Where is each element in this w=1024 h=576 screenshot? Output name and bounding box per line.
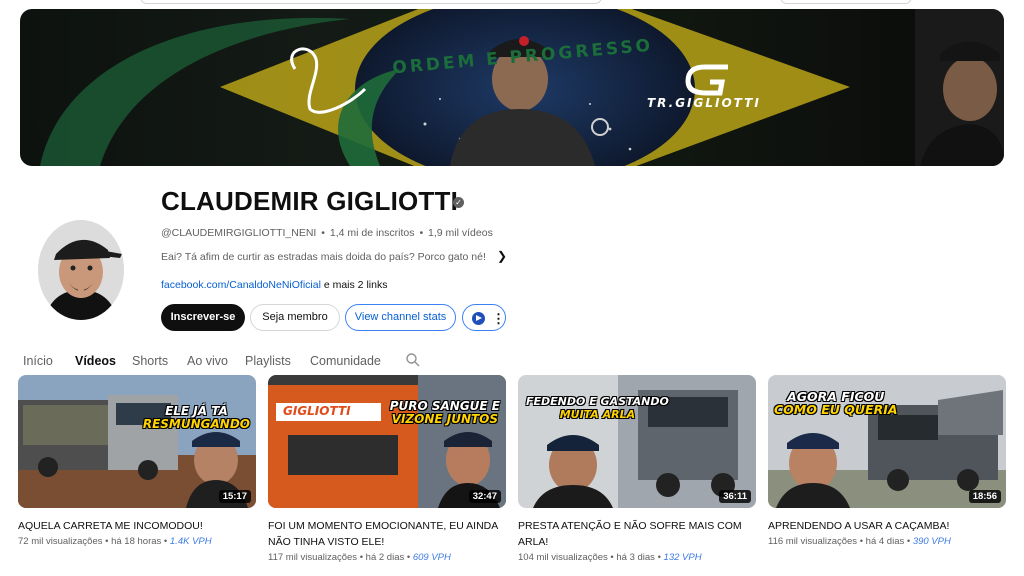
channel-avatar[interactable] — [38, 220, 124, 320]
video-age: há 3 dias — [616, 552, 655, 563]
meta-separator: • — [321, 227, 325, 239]
join-button[interactable]: Seja membro — [250, 304, 340, 331]
more-vert-icon[interactable]: ⋮ — [492, 305, 505, 332]
overlay-line-1: FEDENDO E GASTANDO — [526, 395, 669, 408]
search-icon[interactable] — [405, 352, 421, 368]
video-vph: 1.4K VPH — [169, 536, 212, 547]
video-duration: 15:17 — [218, 490, 251, 503]
search-box-edge[interactable] — [140, 0, 602, 4]
extension-button[interactable]: ⋮ — [462, 304, 506, 331]
video-title[interactable]: PRESTA ATENÇÃO E NÃO SOFRE MAIS COM ARLA… — [518, 518, 756, 550]
video-views: 72 mil visualizações — [18, 536, 103, 547]
tab-ao-vivo[interactable]: Ao vivo — [187, 354, 228, 368]
video-views: 117 mil visualizações — [268, 552, 358, 563]
video-views: 104 mil visualizações — [518, 552, 608, 563]
video-duration: 36:11 — [719, 490, 751, 503]
video-meta: 116 mil visualizações • há 4 dias • 390 … — [768, 536, 951, 547]
video-age: há 18 horas — [111, 536, 162, 547]
video-vph: 390 VPH — [912, 536, 951, 547]
video-views: 116 mil visualizações — [768, 536, 858, 547]
subscriber-count: 1,4 mi de inscritos — [329, 227, 415, 239]
video-title[interactable]: APRENDENDO A USAR A CAÇAMBA! — [768, 518, 1006, 534]
video-title[interactable]: AQUELA CARRETA ME INCOMODOU! — [18, 518, 256, 534]
truck-lettering: GIGLIOTTI — [283, 404, 351, 418]
video-thumbnail[interactable]: GIGLIOTTI PURO SANGUE E VIZONE JUNTOS 32… — [268, 375, 506, 508]
tab-playlists[interactable]: Playlists — [245, 354, 291, 368]
channel-banner: ORDEM E PROGRESSO TR.GIGLIOTTI — [20, 9, 1004, 166]
video-meta: 117 mil visualizações • há 2 dias • 609 … — [268, 552, 451, 563]
overlay-line-2: RESMUNGANDO — [142, 417, 250, 431]
facebook-link[interactable]: facebook.com/CanaldoNeNiOficial — [161, 279, 321, 291]
play-icon — [472, 312, 485, 325]
tab-videos[interactable]: Vídeos — [75, 354, 116, 368]
video-vph: 609 VPH — [412, 552, 451, 563]
video-meta: 72 mil visualizações • há 18 horas • 1.4… — [18, 536, 212, 547]
video-title[interactable]: FOI UM MOMENTO EMOCIONANTE, EU AINDA NÃO… — [268, 518, 506, 550]
more-links[interactable]: e mais 2 links — [324, 279, 388, 291]
tab-inicio[interactable]: Início — [23, 354, 53, 368]
channel-links: facebook.com/CanaldoNeNiOficial e mais 2… — [161, 279, 387, 291]
verified-check-icon: ✓ — [453, 197, 464, 208]
video-count: 1,9 mil vídeos — [428, 227, 493, 239]
thumbnail-overlay: FEDENDO E GASTANDO MUITA ARLA — [526, 395, 669, 421]
chevron-right-icon[interactable]: ❯ — [497, 249, 507, 263]
thumbnail-overlay: PURO SANGUE E VIZONE JUNTOS — [390, 400, 500, 426]
overlay-line-2: VIZONE JUNTOS — [391, 412, 499, 426]
video-card[interactable]: AGORA FICOU COMO EU QUERIA 18:56 APRENDE… — [768, 375, 1006, 547]
overlay-line-2: MUITA ARLA — [559, 408, 636, 421]
video-duration: 18:56 — [968, 490, 1001, 503]
overlay-line-2: COMO EU QUERIA — [774, 402, 898, 417]
subscribe-button[interactable]: Inscrever-se — [161, 304, 245, 331]
tab-shorts[interactable]: Shorts — [132, 354, 168, 368]
video-thumbnail[interactable]: AGORA FICOU COMO EU QUERIA 18:56 — [768, 375, 1006, 508]
banner-artwork — [40, 9, 1004, 166]
video-thumbnail[interactable]: FEDENDO E GASTANDO MUITA ARLA 36:11 — [518, 375, 756, 508]
tab-comunidade[interactable]: Comunidade — [310, 354, 381, 368]
top-strip — [0, 0, 1024, 6]
channel-title: CLAUDEMIR GIGLIOTTI — [161, 186, 458, 216]
thumbnail-overlay: AGORA FICOU COMO EU QUERIA — [774, 390, 898, 416]
video-card[interactable]: GIGLIOTTI PURO SANGUE E VIZONE JUNTOS 32… — [268, 375, 506, 563]
video-meta: 104 mil visualizações • há 3 dias • 132 … — [518, 552, 702, 563]
thumbnail-overlay: ELE JÁ TÁ RESMUNGANDO — [143, 405, 250, 431]
channel-stats-button[interactable]: View channel stats — [345, 304, 456, 331]
banner-brand-text: TR.GIGLIOTTI — [647, 96, 761, 110]
video-age: há 2 dias — [365, 552, 405, 563]
video-thumbnail[interactable]: ELE JÁ TÁ RESMUNGANDO 15:17 — [18, 375, 256, 508]
channel-meta: @CLAUDEMIRGIGLIOTTI_NENI • 1,4 mi de ins… — [161, 227, 495, 239]
video-card[interactable]: ELE JÁ TÁ RESMUNGANDO 15:17 AQUELA CARRE… — [18, 375, 256, 547]
channel-handle: @CLAUDEMIRGIGLIOTTI_NENI — [161, 227, 317, 239]
channel-description[interactable]: Eai? Tá afim de curtir as estradas mais … — [161, 251, 486, 263]
video-age: há 4 dias — [865, 536, 905, 547]
video-vph: 132 VPH — [663, 552, 702, 563]
video-card[interactable]: FEDENDO E GASTANDO MUITA ARLA 36:11 PRES… — [518, 375, 756, 563]
video-duration: 32:47 — [468, 490, 501, 503]
meta-separator: • — [419, 227, 424, 239]
header-control-edge[interactable] — [780, 0, 912, 4]
